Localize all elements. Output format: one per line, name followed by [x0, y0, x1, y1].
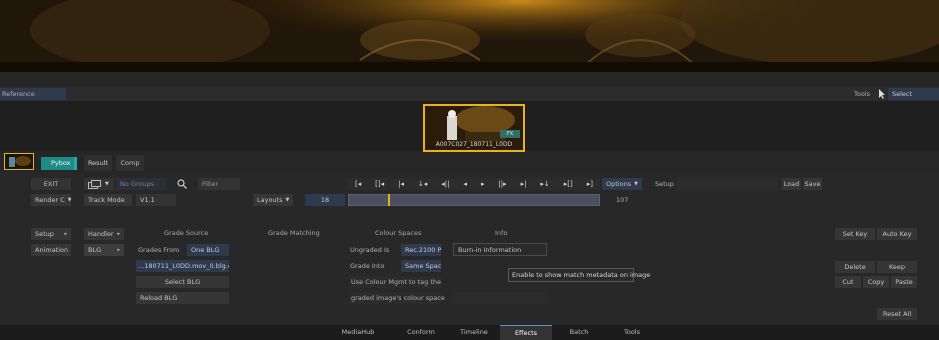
- step-forward-icon[interactable]: ||▸: [498, 180, 506, 188]
- auto-key-button[interactable]: Auto Key: [877, 228, 917, 240]
- save-button[interactable]: Save: [803, 178, 822, 190]
- next-mark-icon[interactable]: ▸[]: [564, 180, 573, 188]
- tab-result[interactable]: Result: [84, 155, 112, 171]
- options-dropdown[interactable]: Options ▼: [602, 178, 642, 190]
- bottom-tab-timeline[interactable]: Timeline: [446, 325, 502, 340]
- exit-button[interactable]: EXIT: [31, 178, 71, 190]
- grade-matching-title: Grade Matching: [268, 229, 320, 237]
- keep-button[interactable]: Keep: [877, 261, 917, 273]
- next-key-icon[interactable]: ▸|: [521, 180, 527, 188]
- setup-label: Setup: [655, 180, 674, 188]
- reference-field[interactable]: Reference: [0, 88, 66, 100]
- go-start-icon[interactable]: [◂: [355, 180, 361, 188]
- setup-name-field[interactable]: [676, 178, 778, 190]
- timeline-scrubber[interactable]: [348, 194, 600, 206]
- animation-tab-button[interactable]: Animation: [31, 244, 71, 256]
- colour-spaces-title: Colour Spaces: [375, 229, 422, 237]
- paste-button[interactable]: Paste: [891, 276, 917, 288]
- view-mode-button[interactable]: ▼: [84, 178, 114, 190]
- prev-mark-icon[interactable]: []◂: [375, 180, 384, 188]
- setup-tab-button[interactable]: Setup ▸: [31, 228, 71, 240]
- handler-tab-button[interactable]: Handler ▸: [84, 228, 124, 240]
- ungraded-label: Ungraded Is: [350, 246, 390, 254]
- cut-button[interactable]: Cut: [835, 276, 861, 288]
- filter-input[interactable]: Filter: [198, 178, 240, 190]
- next-frame-mark-icon[interactable]: ▸↓: [540, 180, 549, 188]
- delete-button[interactable]: Delete: [835, 261, 875, 273]
- layouts-dropdown[interactable]: Layouts ▼: [253, 194, 293, 206]
- grades-from-label: Grades From: [138, 246, 180, 254]
- go-end-icon[interactable]: ▸]: [587, 180, 593, 188]
- play-reverse-icon[interactable]: ◂: [463, 180, 467, 188]
- burn-in-toggle[interactable]: Burn-in Information: [453, 243, 547, 256]
- grade-source-title: Grade Source: [164, 229, 209, 237]
- blg-file-field[interactable]: ...180711_L0DD.mov_0.blg.exr: [136, 260, 229, 272]
- select-tool-field[interactable]: Select: [888, 88, 939, 100]
- grade-into-value[interactable]: Same Space: [401, 260, 441, 272]
- info-empty-field[interactable]: [453, 292, 547, 304]
- burn-in-tooltip: Enable to show match metadata on image: [508, 268, 650, 282]
- step-back-icon[interactable]: ◂||: [441, 180, 449, 188]
- pointer-icon: [878, 89, 886, 99]
- search-icon[interactable]: [177, 179, 187, 189]
- play-icon[interactable]: ▸: [481, 180, 485, 188]
- reload-blg-button[interactable]: Reload BLG: [136, 292, 229, 304]
- reference-bar: [0, 86, 939, 101]
- tab-pybox[interactable]: Pybox: [41, 157, 77, 170]
- transport-bar: [◂ []◂ |◂ ↓◂ ◂|| ◂ ▸ ||▸ ▸| ▸↓ ▸[] ▸]: [348, 178, 600, 190]
- bottom-tab-conform[interactable]: Conform: [393, 325, 449, 340]
- prev-frame-mark-icon[interactable]: ↓◂: [418, 180, 427, 188]
- set-key-button[interactable]: Set Key: [835, 228, 875, 240]
- tab-comp[interactable]: Comp: [116, 155, 144, 171]
- frame-end-label: 107: [616, 196, 629, 204]
- bottom-tab-batch[interactable]: Batch: [551, 325, 607, 340]
- version-field[interactable]: V1.1: [136, 194, 176, 206]
- ungraded-value[interactable]: Rec.2100 PQ: [401, 244, 441, 256]
- fx-badge: FX: [500, 130, 520, 138]
- render-dropdown[interactable]: Render C ▼: [31, 194, 71, 206]
- clip-name: A007C027_180711_L0DD: [435, 141, 513, 148]
- viewer-image: [0, 0, 939, 72]
- colour-hint-line1: Use Colour Mgmt to tag the: [349, 276, 442, 288]
- playhead[interactable]: [388, 194, 390, 206]
- select-blg-button[interactable]: Select BLG: [136, 276, 229, 288]
- blg-tab-button[interactable]: BLG ▸: [84, 244, 124, 256]
- track-mode-button[interactable]: Track Mode: [84, 194, 132, 206]
- info-title: Info: [495, 229, 508, 237]
- grades-from-value[interactable]: One BLG: [187, 244, 229, 256]
- prev-key-icon[interactable]: |◂: [398, 180, 404, 188]
- bottom-tab-tools[interactable]: Tools: [604, 325, 660, 340]
- copy-button[interactable]: Copy: [863, 276, 889, 288]
- load-button[interactable]: Load: [782, 178, 801, 190]
- reset-all-button[interactable]: Reset All: [877, 308, 917, 320]
- colour-hint-line2: graded image's colour space: [349, 292, 445, 304]
- groups-field[interactable]: No Groups: [116, 178, 166, 190]
- tools-label: Tools: [854, 90, 871, 98]
- bottom-tab-effects[interactable]: Effects: [500, 325, 552, 340]
- bottom-tab-mediahub[interactable]: MediaHub: [330, 325, 386, 340]
- grade-into-label: Grade Into: [350, 262, 385, 270]
- effect-thumb[interactable]: [4, 153, 34, 170]
- frame-start-field[interactable]: 18: [305, 194, 345, 206]
